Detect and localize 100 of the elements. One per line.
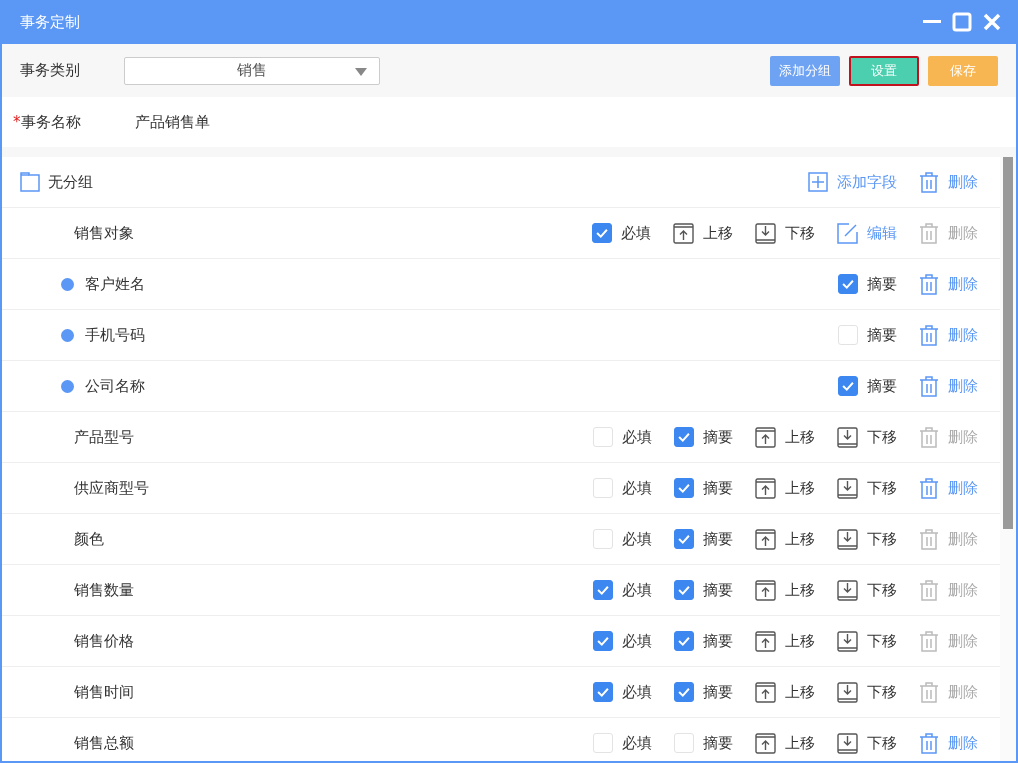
trash-icon	[919, 171, 939, 193]
bullet-dot	[61, 328, 74, 342]
group-title: 无分组	[48, 172, 93, 192]
trash-icon	[919, 426, 939, 448]
checkbox[interactable]	[593, 682, 613, 702]
move-up-link[interactable]: 上移	[755, 528, 815, 550]
checkbox[interactable]	[674, 529, 694, 549]
field-name: 销售价格	[74, 631, 134, 651]
checkbox-option[interactable]: 摘要	[674, 580, 733, 600]
scrollbar[interactable]	[1000, 157, 1016, 761]
window-title: 事务定制	[20, 12, 80, 32]
field-name: 供应商型号	[74, 478, 149, 498]
move-down-link[interactable]: 下移	[755, 222, 815, 244]
checkbox-option[interactable]: 摘要	[674, 733, 733, 753]
trash-icon	[919, 732, 939, 754]
checkbox[interactable]	[838, 274, 858, 294]
field-name: 销售数量	[74, 580, 134, 600]
caret-icon	[355, 67, 367, 76]
name-label: 事务名称	[20, 112, 81, 132]
category-label: 事务类别	[20, 61, 80, 80]
trash-icon	[919, 273, 939, 295]
move-down-link[interactable]: 下移	[837, 732, 897, 754]
arrow-up-icon	[755, 426, 776, 448]
checkbox-option[interactable]: 必填	[592, 223, 651, 243]
move-up-link[interactable]: 上移	[755, 630, 815, 652]
move-down-link[interactable]: 下移	[837, 528, 897, 550]
move-up-link[interactable]: 上移	[755, 579, 815, 601]
checkbox-option[interactable]: 必填	[593, 682, 652, 702]
checkbox-option[interactable]: 摘要	[838, 274, 897, 294]
move-down-link[interactable]: 下移	[837, 579, 897, 601]
checkbox[interactable]	[674, 478, 694, 498]
checkbox-option[interactable]: 摘要	[838, 376, 897, 396]
move-up-link[interactable]: 上移	[755, 732, 815, 754]
bullet-dot	[61, 277, 74, 291]
checkbox-option[interactable]: 摘要	[674, 427, 733, 447]
move-down-link[interactable]: 下移	[837, 630, 897, 652]
trash-icon	[919, 681, 939, 703]
field-name: 产品型号	[74, 427, 134, 447]
checkbox-option[interactable]: 摘要	[674, 478, 733, 498]
move-down-link[interactable]: 下移	[837, 426, 897, 448]
arrow-down-icon	[837, 630, 858, 652]
scrollbar-thumb[interactable]	[1003, 157, 1013, 529]
checkbox[interactable]	[674, 580, 694, 600]
arrow-down-icon	[837, 681, 858, 703]
checkbox[interactable]	[838, 376, 858, 396]
field-name: 公司名称	[85, 376, 145, 396]
move-up-link[interactable]: 上移	[673, 222, 733, 244]
field-name: 客户姓名	[85, 274, 145, 294]
checkbox-option[interactable]: 摘要	[838, 325, 897, 345]
plus-icon	[808, 172, 828, 192]
folder-icon	[20, 172, 40, 192]
checkbox-option[interactable]: 必填	[593, 733, 652, 753]
checkbox-option[interactable]: 必填	[593, 580, 652, 600]
arrow-up-icon	[755, 732, 776, 754]
checkbox-option[interactable]: 必填	[593, 631, 652, 651]
trash-icon	[919, 528, 939, 550]
maximize-icon[interactable]	[952, 12, 972, 32]
arrow-up-icon	[755, 681, 776, 703]
checkbox[interactable]	[674, 427, 694, 447]
category-dropdown[interactable]: 销售	[124, 56, 380, 85]
trash-icon	[919, 579, 939, 601]
move-down-link[interactable]: 下移	[837, 681, 897, 703]
move-up-link[interactable]: 上移	[755, 426, 815, 448]
trash-icon	[919, 324, 939, 346]
name-value: 产品销售单	[134, 112, 210, 132]
checkbox-option[interactable]: 摘要	[674, 631, 733, 651]
checkbox-option[interactable]: 必填	[593, 478, 652, 498]
arrow-down-icon	[837, 477, 858, 499]
field-name: 手机号码	[85, 325, 145, 345]
field-name: 销售总额	[74, 733, 134, 753]
arrow-down-icon	[837, 528, 858, 550]
arrow-up-icon	[755, 477, 776, 499]
arrow-down-icon	[837, 732, 858, 754]
arrow-down-icon	[837, 426, 858, 448]
checkbox-option[interactable]: 摘要	[674, 529, 733, 549]
checkbox-option[interactable]: 必填	[593, 427, 652, 447]
move-up-link[interactable]: 上移	[755, 681, 815, 703]
trash-icon	[919, 630, 939, 652]
arrow-up-icon	[755, 630, 776, 652]
checkbox[interactable]	[592, 223, 612, 243]
close-icon[interactable]	[982, 12, 1002, 32]
arrow-up-icon	[755, 528, 776, 550]
arrow-up-icon	[673, 222, 694, 244]
arrow-down-icon	[837, 579, 858, 601]
move-up-link[interactable]: 上移	[755, 477, 815, 499]
checkbox[interactable]	[674, 682, 694, 702]
checkbox-option[interactable]: 摘要	[674, 682, 733, 702]
move-down-link[interactable]: 下移	[837, 477, 897, 499]
checkbox-option[interactable]: 必填	[593, 529, 652, 549]
trash-icon	[919, 375, 939, 397]
checkbox[interactable]	[674, 631, 694, 651]
trash-icon	[919, 477, 939, 499]
bullet-dot	[61, 379, 74, 393]
arrow-up-icon	[755, 579, 776, 601]
checkbox[interactable]	[593, 580, 613, 600]
field-name: 销售对象	[74, 223, 134, 243]
required-mark: *	[13, 113, 21, 131]
field-name: 销售时间	[74, 682, 134, 702]
arrow-down-icon	[755, 222, 776, 244]
checkbox[interactable]	[593, 631, 613, 651]
